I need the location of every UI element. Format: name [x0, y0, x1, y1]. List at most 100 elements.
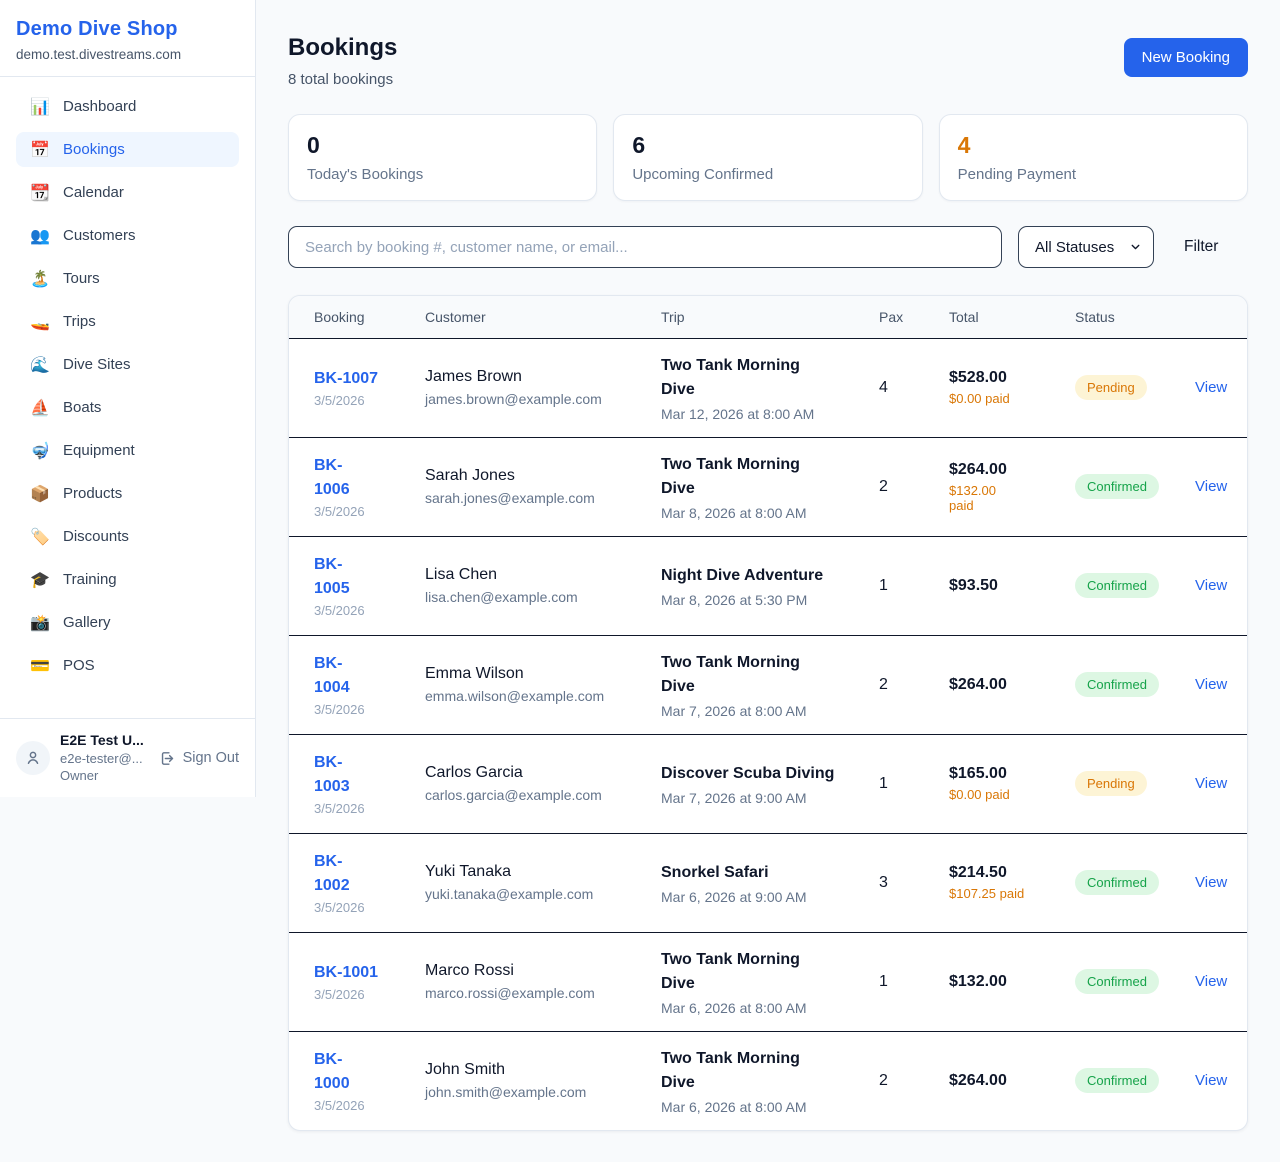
trip-name: Two Tank Morning Dive: [661, 453, 835, 501]
sign-out-button[interactable]: Sign Out: [159, 750, 239, 767]
customer-name: Sarah Jones: [425, 467, 645, 485]
sidebar-item-equipment[interactable]: 🤿 Equipment: [16, 433, 239, 468]
booking-id-link[interactable]: BK-1002: [314, 850, 372, 898]
sidebar-item-label: Equipment: [63, 442, 135, 459]
total-amount: $132.00: [949, 973, 1059, 991]
sidebar-item-tours[interactable]: 🏝️ Tours: [16, 261, 239, 296]
total-amount: $264.00: [949, 461, 1059, 479]
brand-block: Demo Dive Shop demo.test.divestreams.com: [0, 0, 255, 77]
sidebar-item-gallery[interactable]: 📸 Gallery: [16, 605, 239, 640]
pax-count: 1: [879, 775, 888, 792]
trip-datetime: Mar 6, 2026 at 8:00 AM: [661, 1099, 863, 1115]
trip-datetime: Mar 6, 2026 at 8:00 AM: [661, 1000, 863, 1016]
filter-button[interactable]: Filter: [1170, 230, 1232, 264]
trip-name: Two Tank Morning Dive: [661, 651, 835, 699]
trip-name: Night Dive Adventure: [661, 564, 835, 588]
booking-id-link[interactable]: BK-1001: [314, 961, 409, 985]
status-badge: Confirmed: [1075, 870, 1159, 895]
sidebar-item-trips[interactable]: 🚤 Trips: [16, 304, 239, 339]
user-section: E2E Test U... e2e-tester@... Owner Sign …: [0, 718, 255, 797]
avatar: [16, 741, 50, 775]
user-role: Owner: [60, 767, 149, 785]
customer-name: Yuki Tanaka: [425, 863, 645, 881]
booking-date: 3/5/2026: [314, 504, 409, 519]
sidebar-item-label: Discounts: [63, 528, 129, 545]
stat-value: 4: [958, 132, 1229, 159]
col-trip: Trip: [661, 296, 879, 338]
stat-value: 6: [632, 132, 903, 159]
search-input[interactable]: [288, 226, 1002, 268]
bookings-table-card: Booking Customer Trip Pax Total Status B…: [288, 295, 1248, 1131]
sidebar-item-dashboard[interactable]: 📊 Dashboard: [16, 89, 239, 124]
pax-count: 2: [879, 1072, 888, 1089]
total-amount: $264.00: [949, 1072, 1059, 1090]
status-badge: Confirmed: [1075, 1068, 1159, 1093]
people-icon: 👥: [30, 228, 50, 244]
sidebar-item-pos[interactable]: 💳 POS: [16, 648, 239, 683]
customer-name: Lisa Chen: [425, 566, 645, 584]
sidebar-item-label: POS: [63, 657, 95, 674]
view-link[interactable]: View: [1195, 874, 1227, 891]
trip-datetime: Mar 12, 2026 at 8:00 AM: [661, 406, 863, 422]
status-filter-select[interactable]: All Statuses: [1018, 226, 1154, 268]
booking-id-link[interactable]: BK-1006: [314, 454, 372, 502]
customer-name: Marco Rossi: [425, 962, 645, 980]
sidebar-item-products[interactable]: 📦 Products: [16, 476, 239, 511]
speedboat-icon: 🚤: [30, 314, 50, 330]
sidebar-item-calendar[interactable]: 📆 Calendar: [16, 175, 239, 210]
sidebar: Demo Dive Shop demo.test.divestreams.com…: [0, 0, 256, 797]
sailboat-icon: ⛵: [30, 400, 50, 416]
status-badge: Confirmed: [1075, 573, 1159, 598]
customer-email: lisa.chen@example.com: [425, 589, 645, 605]
sidebar-item-bookings[interactable]: 📅 Bookings: [16, 132, 239, 167]
customer-email: yuki.tanaka@example.com: [425, 886, 645, 902]
sidebar-item-label: Dashboard: [63, 98, 136, 115]
tear-off-calendar-icon: 📆: [30, 185, 50, 201]
customer-name: Carlos Garcia: [425, 764, 645, 782]
main-content: Bookings 8 total bookings New Booking 0 …: [256, 0, 1280, 1162]
booking-date: 3/5/2026: [314, 987, 409, 1002]
booking-id-link[interactable]: BK-1004: [314, 652, 372, 700]
view-link[interactable]: View: [1195, 775, 1227, 792]
sidebar-item-label: Training: [63, 571, 117, 588]
bar-chart-icon: 📊: [30, 99, 50, 115]
booking-date: 3/5/2026: [314, 801, 409, 816]
customer-email: emma.wilson@example.com: [425, 688, 645, 704]
view-link[interactable]: View: [1195, 478, 1227, 495]
booking-date: 3/5/2026: [314, 900, 409, 915]
new-booking-button[interactable]: New Booking: [1124, 38, 1248, 77]
camera-icon: 📸: [30, 615, 50, 631]
col-pax: Pax: [879, 296, 949, 338]
sidebar-item-label: Trips: [63, 313, 96, 330]
logout-icon: [159, 750, 176, 767]
wave-icon: 🌊: [30, 357, 50, 373]
paid-amount: $107.25 paid: [949, 886, 1049, 901]
trip-datetime: Mar 8, 2026 at 5:30 PM: [661, 592, 863, 608]
status-badge: Pending: [1075, 375, 1147, 400]
customer-name: Emma Wilson: [425, 665, 645, 683]
customer-email: sarah.jones@example.com: [425, 490, 645, 506]
booking-id-link[interactable]: BK-1007: [314, 367, 409, 391]
sidebar-item-discounts[interactable]: 🏷️ Discounts: [16, 519, 239, 554]
page-title: Bookings: [288, 34, 397, 62]
view-link[interactable]: View: [1195, 577, 1227, 594]
sidebar-item-label: Gallery: [63, 614, 111, 631]
view-link[interactable]: View: [1195, 1072, 1227, 1089]
booking-row: BK-1000 3/5/2026 John Smith john.smith@e…: [289, 1031, 1248, 1130]
filter-bar: All Statuses Filter: [288, 226, 1248, 268]
trip-datetime: Mar 7, 2026 at 8:00 AM: [661, 703, 863, 719]
booking-id-link[interactable]: BK-1005: [314, 553, 372, 601]
shop-name: Demo Dive Shop: [16, 18, 239, 41]
sidebar-item-training[interactable]: 🎓 Training: [16, 562, 239, 597]
sidebar-item-dive-sites[interactable]: 🌊 Dive Sites: [16, 347, 239, 382]
stats-row: 0 Today's Bookings 6 Upcoming Confirmed …: [288, 114, 1248, 201]
booking-id-link[interactable]: BK-1000: [314, 1048, 372, 1096]
view-link[interactable]: View: [1195, 973, 1227, 990]
sidebar-item-customers[interactable]: 👥 Customers: [16, 218, 239, 253]
sidebar-item-boats[interactable]: ⛵ Boats: [16, 390, 239, 425]
view-link[interactable]: View: [1195, 676, 1227, 693]
view-link[interactable]: View: [1195, 379, 1227, 396]
label-icon: 🏷️: [30, 529, 50, 545]
sidebar-item-label: Calendar: [63, 184, 124, 201]
booking-id-link[interactable]: BK-1003: [314, 751, 372, 799]
